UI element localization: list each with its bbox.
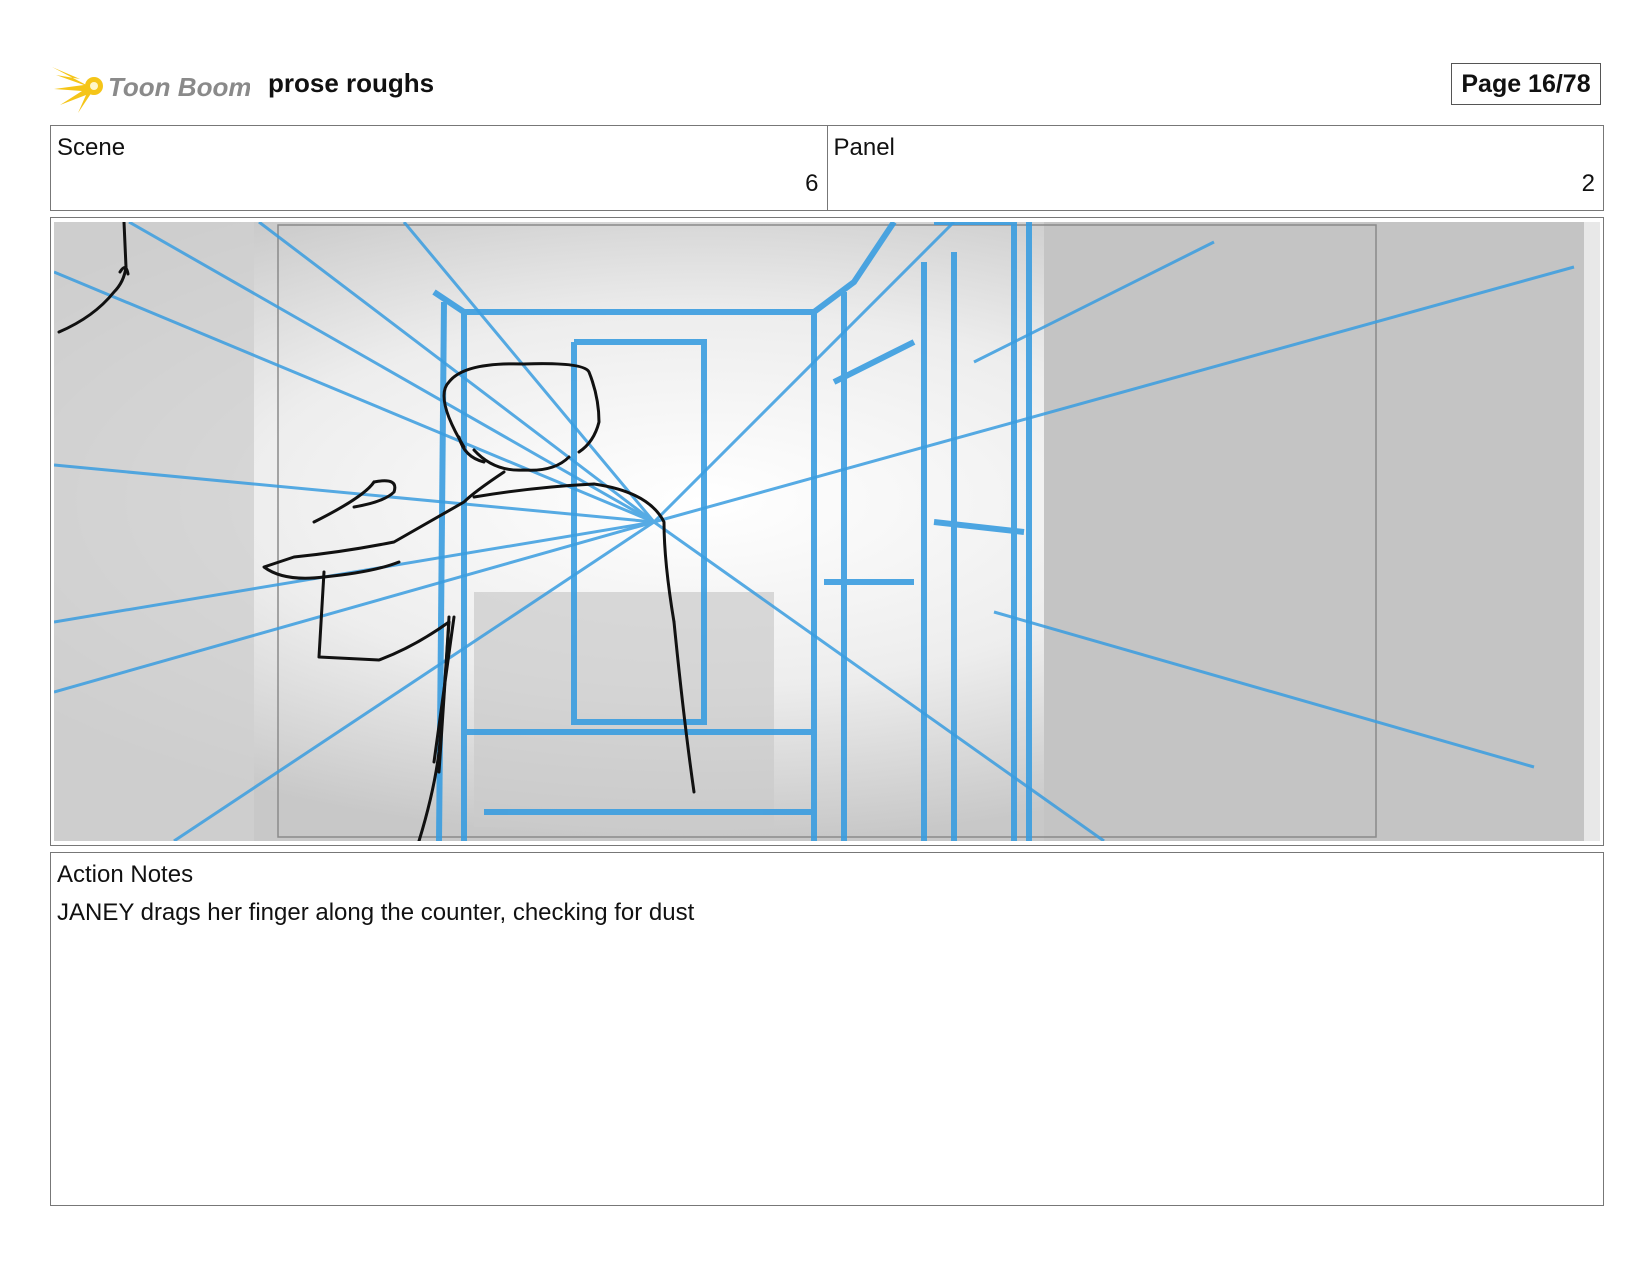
toon-boom-logo: Toon Boom	[50, 55, 251, 115]
panel-label: Panel	[833, 134, 895, 161]
svg-text:Toon Boom: Toon Boom	[108, 72, 250, 102]
starburst-icon	[52, 67, 103, 113]
panel-cell: Panel 2	[826, 126, 1604, 210]
action-notes-label: Action Notes	[57, 861, 194, 888]
page-indicator: Page 16/78	[1451, 63, 1601, 105]
project-title: prose roughs	[268, 68, 435, 98]
storyboard-sketch-image	[54, 222, 1600, 841]
scene-value: 6	[805, 170, 819, 197]
storyboard-panel	[50, 217, 1604, 846]
scene-label: Scene	[57, 134, 126, 161]
action-notes: Action Notes JANEY drags her finger alon…	[50, 852, 1604, 1206]
panel-value: 2	[1581, 170, 1595, 197]
action-notes-text: JANEY drags her finger along the counter…	[57, 899, 695, 926]
scene-panel-row: Scene 6 Panel 2	[50, 125, 1604, 211]
scene-cell: Scene 6	[51, 126, 827, 210]
